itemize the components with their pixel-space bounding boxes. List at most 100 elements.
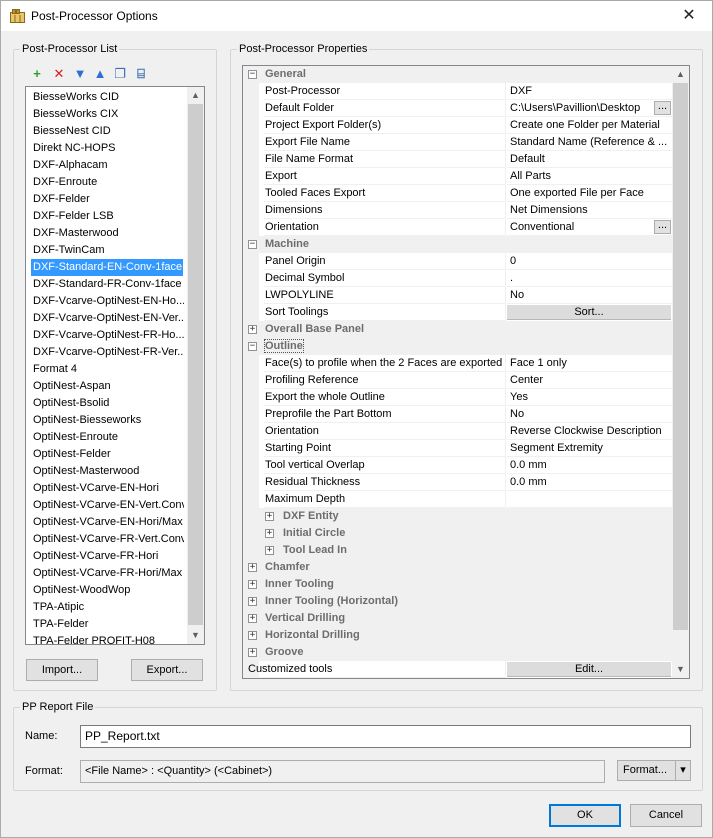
add-icon[interactable]: + [29, 66, 45, 82]
property-value[interactable]: Standard Name (Reference & ... [507, 134, 673, 151]
report-name-input[interactable]: PP_Report.txt [80, 725, 691, 748]
property-value[interactable]: All Parts [507, 168, 673, 185]
property-category[interactable]: − Machine [243, 236, 673, 253]
property-category[interactable]: + Groove [243, 644, 673, 661]
property-category[interactable]: + Initial Circle [243, 525, 673, 542]
property-row[interactable]: Starting Point Segment Extremity [243, 440, 673, 457]
list-item[interactable]: OptiNest-VCarve-FR-Hori [32, 548, 159, 565]
list-item[interactable]: BiesseWorks CIX [32, 106, 119, 123]
property-value[interactable]: 0.0 mm [507, 457, 673, 474]
list-item[interactable]: DXF-Felder LSB [32, 208, 115, 225]
property-row[interactable]: File Name Format Default [243, 151, 673, 168]
property-row[interactable]: LWPOLYLINE No [243, 287, 673, 304]
list-item[interactable]: Direkt NC-HOPS [32, 140, 117, 157]
list-item[interactable]: OptiNest-VCarve-FR-Hori/Max [32, 565, 183, 582]
property-row[interactable]: Default Folder C:\Users\Pavillion\Desktop… [243, 100, 673, 117]
property-value[interactable]: 0 [507, 253, 673, 270]
property-row[interactable]: Orientation Conventional... [243, 219, 673, 236]
expand-icon[interactable]: + [265, 512, 274, 521]
property-category[interactable]: + Vertical Drilling [243, 610, 673, 627]
property-value[interactable]: C:\Users\Pavillion\Desktop [507, 100, 673, 117]
list-item[interactable]: OptiNest-Felder [32, 446, 112, 463]
property-row[interactable]: Project Export Folder(s) Create one Folde… [243, 117, 673, 134]
property-category[interactable]: + Chamfer [243, 559, 673, 576]
property-row[interactable]: Post-Processor DXF [243, 83, 673, 100]
expand-icon[interactable]: + [265, 529, 274, 538]
property-row[interactable]: Preprofile the Part Bottom No [243, 406, 673, 423]
list-item[interactable]: BiesseWorks CID [32, 89, 120, 106]
list-item[interactable]: TPA-Felder PROFIT-H08 [32, 633, 156, 644]
list-item[interactable]: OptiNest-Bsolid [32, 395, 110, 412]
property-value[interactable]: Center [507, 372, 673, 389]
property-value[interactable]: 0.0 mm [507, 474, 673, 491]
property-row[interactable]: Decimal Symbol. [243, 270, 673, 287]
property-category[interactable]: + Horizontal Drilling [243, 627, 673, 644]
property-category[interactable]: + DXF Entity [243, 508, 673, 525]
property-row[interactable]: Customized tools Edit... [243, 661, 673, 678]
list-scroll-thumb[interactable] [188, 104, 203, 625]
property-row[interactable]: Orientation Reverse Clockwise Description [243, 423, 673, 440]
property-row[interactable]: Export File Name Standard Name (Reference… [243, 134, 673, 151]
property-row[interactable]: Dimensions Net Dimensions [243, 202, 673, 219]
list-item[interactable]: Format 4 [32, 361, 78, 378]
scroll-up-icon[interactable]: ▲ [187, 87, 204, 104]
collapse-icon[interactable]: − [248, 70, 257, 79]
list-item[interactable]: OptiNest-WoodWop [32, 582, 131, 599]
list-item[interactable]: DXF-TwinCam [32, 242, 106, 259]
rename-icon[interactable]: ⌸ [133, 66, 149, 82]
property-row[interactable]: Residual Thickness 0.0 mm [243, 474, 673, 491]
scroll-up-icon[interactable]: ▲ [672, 66, 689, 83]
list-item[interactable]: TPA-Felder [32, 616, 89, 633]
expand-icon[interactable]: + [248, 614, 257, 623]
property-value[interactable]: DXF [507, 83, 673, 100]
copy-icon[interactable]: ❐ [112, 66, 128, 82]
property-value[interactable]: Net Dimensions [507, 202, 673, 219]
list-item[interactable]: DXF-Felder [32, 191, 91, 208]
expand-icon[interactable]: + [265, 546, 274, 555]
scroll-down-icon[interactable]: ▼ [672, 661, 689, 678]
list-item[interactable]: OptiNest-VCarve-EN-Hori/Max [32, 514, 184, 531]
list-item[interactable]: OptiNest-Enroute [32, 429, 119, 446]
list-item[interactable]: OptiNest-VCarve-EN-Hori [32, 480, 160, 497]
list-item[interactable]: OptiNest-Biesseworks [32, 412, 142, 429]
list-item[interactable]: DXF-Standard-EN-Conv-1face [31, 259, 183, 276]
property-value[interactable]: No [507, 406, 673, 423]
property-row[interactable]: Tool vertical Overlap 0.0 mm [243, 457, 673, 474]
property-grid-scrollbar[interactable]: ▲ ▼ [672, 66, 689, 678]
property-category[interactable]: + Inner Tooling [243, 576, 673, 593]
property-value[interactable]: No [507, 287, 673, 304]
list-item[interactable]: DXF-Vcarve-OptiNest-FR-Ver... [32, 344, 184, 361]
expand-icon[interactable]: + [248, 325, 257, 334]
list-item[interactable]: DXF-Vcarve-OptiNest-EN-Ver... [32, 310, 184, 327]
property-value[interactable]: . [507, 270, 673, 287]
list-item[interactable]: OptiNest-VCarve-FR-Vert.Conv [32, 531, 184, 548]
delete-icon[interactable]: ✕ [51, 66, 67, 82]
property-value[interactable]: Create one Folder per Material [507, 117, 673, 134]
property-row[interactable]: Face(s) to profile when the 2 Faces are … [243, 355, 673, 372]
property-category[interactable]: − General [243, 66, 673, 83]
property-row[interactable]: Export the whole Outline Yes [243, 389, 673, 406]
list-item[interactable]: OptiNest-Aspan [32, 378, 112, 395]
expand-icon[interactable]: + [248, 648, 257, 657]
export-button[interactable]: Export... [131, 659, 203, 681]
property-grid[interactable]: − General Post-Processor DXF Default Folder C… [242, 65, 690, 679]
property-value[interactable]: Yes [507, 389, 673, 406]
property-row[interactable]: Tooled Faces Export One exported File per… [243, 185, 673, 202]
property-row[interactable]: Maximum Depth [243, 491, 673, 508]
dropdown-arrow-icon[interactable]: ▾ [675, 761, 690, 780]
property-category[interactable]: + Tool Lead In [243, 542, 673, 559]
property-value[interactable]: Segment Extremity [507, 440, 673, 457]
list-item[interactable]: DXF-Alphacam [32, 157, 109, 174]
property-category[interactable]: + Inner Tooling (Horizontal) [243, 593, 673, 610]
property-grid-scroll-thumb[interactable] [673, 83, 688, 630]
property-row[interactable]: Sort Toolings Sort... [243, 304, 673, 321]
property-category[interactable]: − Outline [243, 338, 673, 355]
move-down-icon[interactable]: ▼ [72, 66, 88, 82]
list-item[interactable]: OptiNest-Masterwood [32, 463, 140, 480]
post-processor-listbox[interactable]: BiesseWorks CID BiesseWorks CIX BiesseNest… [25, 86, 205, 645]
property-value[interactable]: Default [507, 151, 673, 168]
property-cell-button[interactable]: Edit... [507, 662, 671, 677]
scroll-down-icon[interactable]: ▼ [187, 627, 204, 644]
list-item[interactable]: DXF-Masterwood [32, 225, 120, 242]
property-cell-button[interactable]: Sort... [507, 305, 671, 320]
